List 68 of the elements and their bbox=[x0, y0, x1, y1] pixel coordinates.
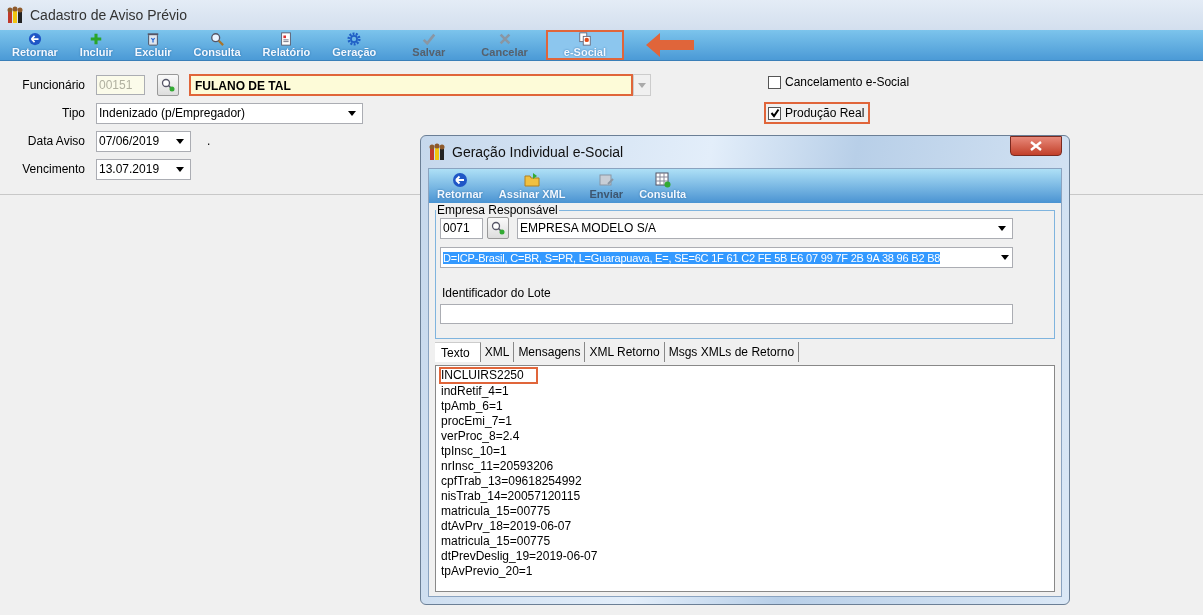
date-picker[interactable]: 07/06/2019 bbox=[96, 130, 191, 152]
date-picker[interactable]: 13.07.2019 bbox=[96, 158, 191, 180]
back-arrow-icon bbox=[451, 172, 468, 188]
dropdown-arrow-icon bbox=[638, 82, 646, 88]
toolbar-button[interactable]: Consulta bbox=[631, 169, 695, 203]
documents-icon bbox=[576, 32, 593, 46]
close-icon bbox=[1030, 141, 1042, 151]
checkbox[interactable]: Cancelamento e-Social bbox=[764, 71, 916, 93]
toolbar-button[interactable]: Excluir bbox=[126, 30, 180, 60]
app-icon bbox=[6, 6, 24, 24]
text-line: dtPrevDeslig_19=2019-06-07 bbox=[440, 549, 599, 564]
company-code-field[interactable]: 0071 bbox=[440, 217, 483, 239]
gear-icon bbox=[346, 32, 363, 46]
lookup-button[interactable] bbox=[157, 74, 179, 96]
toolbar-button[interactable]: Incluir bbox=[71, 30, 121, 60]
dot-text: . bbox=[207, 134, 211, 148]
text-line: nrInsc_11=20593206 bbox=[440, 459, 555, 474]
text-line: verProc_8=2.4 bbox=[440, 429, 521, 444]
toolbar-button[interactable]: Assinar XML bbox=[490, 169, 574, 203]
text-line: matricula_15=00775 bbox=[440, 534, 552, 549]
lookup-button[interactable] bbox=[487, 217, 509, 239]
dropdown-arrow-icon bbox=[176, 138, 184, 144]
type-dropdown[interactable]: Indenizado (p/Empregador) bbox=[96, 102, 363, 124]
employee-code-field[interactable]: 00151 bbox=[96, 75, 145, 95]
text-line: cpfTrab_13=09618254992 bbox=[440, 474, 583, 489]
group-title: Empresa Responsável bbox=[436, 203, 559, 217]
arrow-icon bbox=[644, 32, 697, 58]
search-icon bbox=[161, 78, 175, 92]
certificate-dropdown[interactable]: D=ICP-Brasil, C=BR, S=PR, L=Guarapuava, E=, SE=6C 1F 61 C2 FE 5B E6 07 99 7F 2B 9A 38 96 B2 B8 bbox=[440, 247, 1013, 268]
folder-icon bbox=[524, 172, 541, 188]
toolbar-button[interactable]: Consulta bbox=[185, 30, 249, 60]
checkbox[interactable]: Produção Real bbox=[764, 102, 871, 124]
field-label: Data Aviso bbox=[26, 134, 86, 148]
grid-icon bbox=[654, 172, 671, 188]
document-icon bbox=[598, 172, 615, 188]
search-icon bbox=[491, 221, 505, 235]
close-button[interactable] bbox=[1010, 136, 1062, 156]
window-title: Cadastro de Aviso Prévio bbox=[30, 7, 187, 23]
text-line: tpInsc_10=1 bbox=[440, 444, 508, 459]
toolbar-button[interactable]: e-Social bbox=[545, 30, 625, 60]
text-line: procEmi_7=1 bbox=[440, 414, 514, 429]
employee-name-field[interactable]: FULANO DE TAL bbox=[189, 74, 633, 96]
text-line: tpAmb_6=1 bbox=[440, 399, 504, 414]
toolbar-button[interactable]: Relatório bbox=[254, 30, 319, 60]
toolbar-button[interactable]: Retornar bbox=[429, 169, 491, 203]
batch-id-field[interactable] bbox=[440, 304, 1013, 324]
text-line: tpAvPrevio_20=1 bbox=[440, 564, 534, 579]
dialog-title: Geração Individual e-Social bbox=[452, 144, 624, 160]
field-label: Vencimento bbox=[21, 162, 86, 176]
checkmark-icon bbox=[769, 108, 780, 118]
toolbar-button[interactable]: Geração bbox=[324, 30, 385, 60]
field-label: Identificador do Lote bbox=[442, 286, 552, 300]
company-dropdown[interactable]: EMPRESA MODELO S/A bbox=[517, 217, 1013, 239]
toolbar-button[interactable]: Retornar bbox=[4, 30, 66, 60]
dropdown-arrow-icon bbox=[1001, 255, 1009, 260]
dropdown-arrow-icon bbox=[998, 225, 1006, 231]
field-label: Funcionário bbox=[21, 78, 86, 92]
check-icon bbox=[420, 32, 437, 46]
field-label: Tipo bbox=[61, 106, 86, 120]
search-icon bbox=[209, 32, 226, 46]
app-icon bbox=[428, 143, 446, 161]
text-line: matricula_15=00775 bbox=[440, 504, 552, 519]
dropdown-arrow-icon bbox=[176, 166, 184, 172]
text-line: indRetif_4=1 bbox=[440, 384, 510, 399]
text-line: nisTrab_14=20057120115 bbox=[440, 489, 582, 504]
tab[interactable]: Texto bbox=[435, 342, 481, 362]
text-line: dtAvPrv_18=2019-06-07 bbox=[440, 519, 573, 534]
dropdown-arrow-icon bbox=[348, 110, 356, 116]
